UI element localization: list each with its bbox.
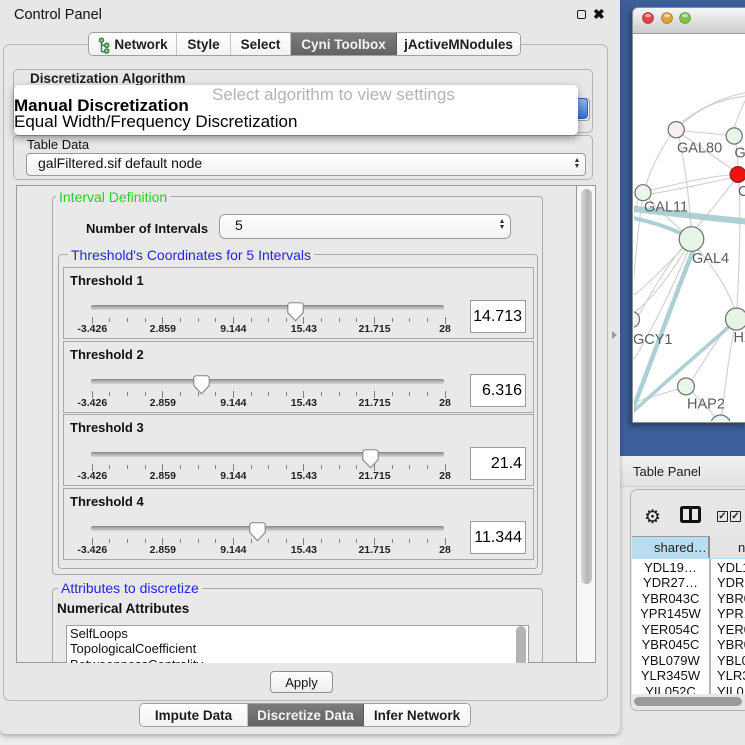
- svg-text:GAL80: GAL80: [677, 141, 722, 157]
- svg-text:HAP2: HAP2: [687, 397, 725, 413]
- svg-text:GAL4: GAL4: [692, 251, 729, 267]
- svg-text:GAL: GAL: [735, 146, 745, 162]
- svg-text:CY: CY: [738, 184, 745, 200]
- svg-text:GAL11: GAL11: [644, 200, 688, 216]
- svg-text:HX: HX: [734, 330, 745, 346]
- svg-text:GCY1: GCY1: [634, 332, 673, 348]
